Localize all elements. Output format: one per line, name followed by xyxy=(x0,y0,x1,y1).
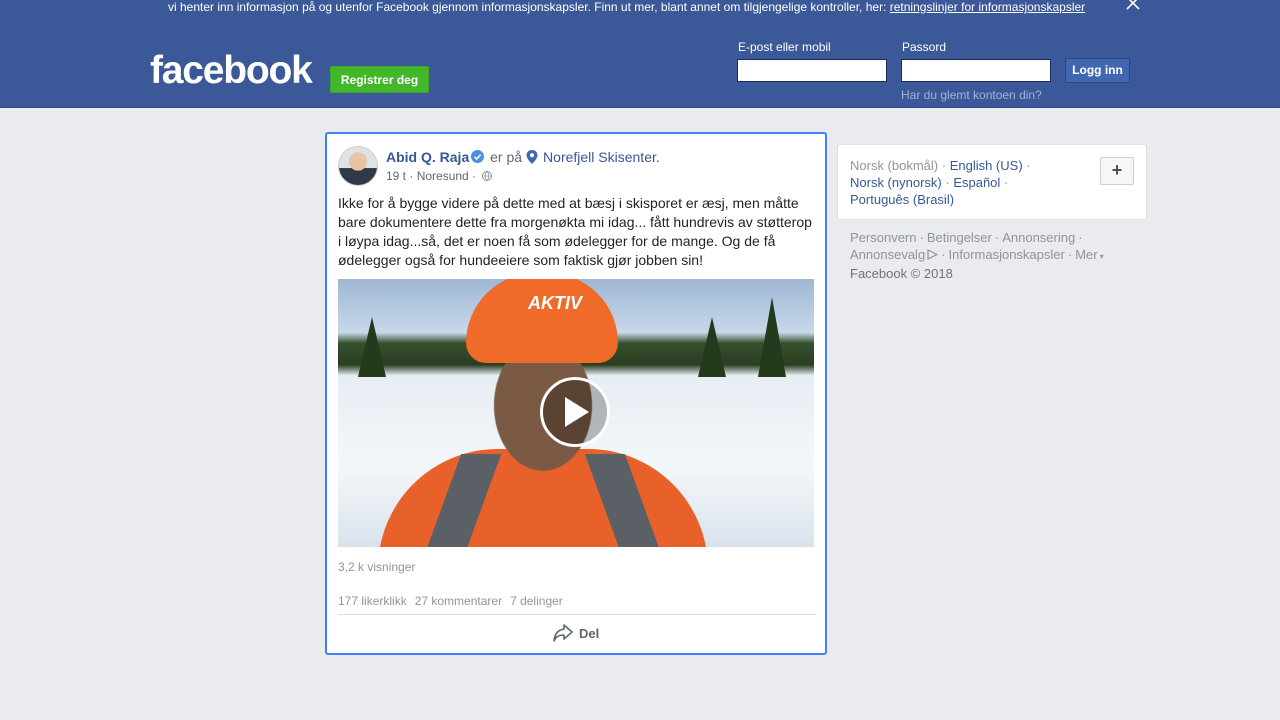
share-icon xyxy=(553,624,573,642)
language-link[interactable]: English (US) xyxy=(950,158,1023,173)
forgot-account-link[interactable]: Har du glemt kontoen din? xyxy=(901,88,1042,102)
language-link[interactable]: Español xyxy=(953,175,1000,190)
shares-count[interactable]: 7 delinger xyxy=(510,594,563,608)
avatar[interactable] xyxy=(338,146,378,186)
share-label: Del xyxy=(579,626,600,641)
play-button-icon[interactable] xyxy=(540,377,610,447)
footer-link-privacy[interactable]: Personvern xyxy=(850,230,916,245)
current-language: Norsk (bokmål) xyxy=(850,158,939,173)
email-label: E-post eller mobil xyxy=(738,40,831,54)
footer-links: Personvern · Betingelser · Annonsering · Anno… xyxy=(850,230,1104,281)
add-language-button[interactable]: + xyxy=(1100,157,1134,185)
cookie-banner-message: vi henter inn informasjon på og utenfor … xyxy=(168,0,890,14)
comments-count[interactable]: 27 kommentarer xyxy=(415,594,502,608)
facebook-logo[interactable]: facebook xyxy=(150,48,313,94)
video-cap xyxy=(466,279,618,363)
video-tree xyxy=(358,317,386,377)
video-tree xyxy=(698,317,726,377)
post-card: Abid Q. Raja er på Norefjell Skisenter. 1… xyxy=(325,132,827,655)
post-timestamp[interactable]: 19 t xyxy=(386,169,406,183)
post-action: er på xyxy=(490,149,523,165)
top-header: facebook Registrer deg E-post eller mobi… xyxy=(0,26,1280,108)
share-button[interactable]: Del xyxy=(553,624,599,648)
language-link[interactable]: Norsk (nynorsk) xyxy=(850,175,942,190)
footer-link-ad-choices[interactable]: Annonsevalg xyxy=(850,247,925,262)
video-tree xyxy=(758,297,786,377)
password-label: Passord xyxy=(902,40,947,54)
footer-link-terms[interactable]: Betingelser xyxy=(927,230,992,245)
divider xyxy=(338,614,816,615)
cookie-banner-text: vi henter inn informasjon på og utenfor … xyxy=(168,0,1085,14)
video-player[interactable]: AKTIV xyxy=(338,279,814,547)
password-field[interactable] xyxy=(901,59,1051,82)
post-header: Abid Q. Raja er på Norefjell Skisenter. xyxy=(386,148,660,166)
cookie-banner: vi henter inn informasjon på og utenfor … xyxy=(0,0,1280,26)
chevron-down-icon[interactable]: ▾ xyxy=(1098,252,1104,261)
verified-badge-icon xyxy=(471,149,485,163)
footer-link-more[interactable]: Mer xyxy=(1075,247,1097,262)
cookie-policy-link[interactable]: retningslinjer for informasjonskapsler xyxy=(890,0,1085,14)
footer-link-advertising[interactable]: Annonsering xyxy=(1002,230,1075,245)
email-field[interactable] xyxy=(737,59,887,82)
author-name[interactable]: Abid Q. Raja xyxy=(386,149,469,165)
place-link[interactable]: Norefjell Skisenter. xyxy=(543,149,660,165)
post-location[interactable]: Noresund xyxy=(417,169,469,183)
post-stats: 177 likerklikk 27 kommentarer 7 delinger xyxy=(338,594,571,608)
post-text: Ikke for å bygge videre på dette med at … xyxy=(338,195,812,268)
location-pin-icon xyxy=(526,150,538,164)
login-button[interactable]: Logg inn xyxy=(1065,58,1130,83)
language-selector: Norsk (bokmål) · English (US) · Norsk (n… xyxy=(837,144,1147,220)
video-cap-text: AKTIV xyxy=(528,293,582,313)
ad-choices-icon xyxy=(927,247,939,260)
post-meta: 19 t · Noresund · xyxy=(386,169,493,183)
globe-icon xyxy=(482,170,493,181)
footer-link-cookies[interactable]: Informasjonskapsler xyxy=(949,247,1065,262)
language-list: Norsk (bokmål) · English (US) · Norsk (n… xyxy=(850,158,1031,207)
view-count: 3,2 k visninger xyxy=(338,560,416,574)
language-link[interactable]: Português (Brasil) xyxy=(850,192,954,207)
likes-count[interactable]: 177 likerklikk xyxy=(338,594,407,608)
register-button[interactable]: Registrer deg xyxy=(330,66,429,93)
copyright: Facebook © 2018 xyxy=(850,266,953,281)
close-icon[interactable] xyxy=(1124,0,1142,12)
